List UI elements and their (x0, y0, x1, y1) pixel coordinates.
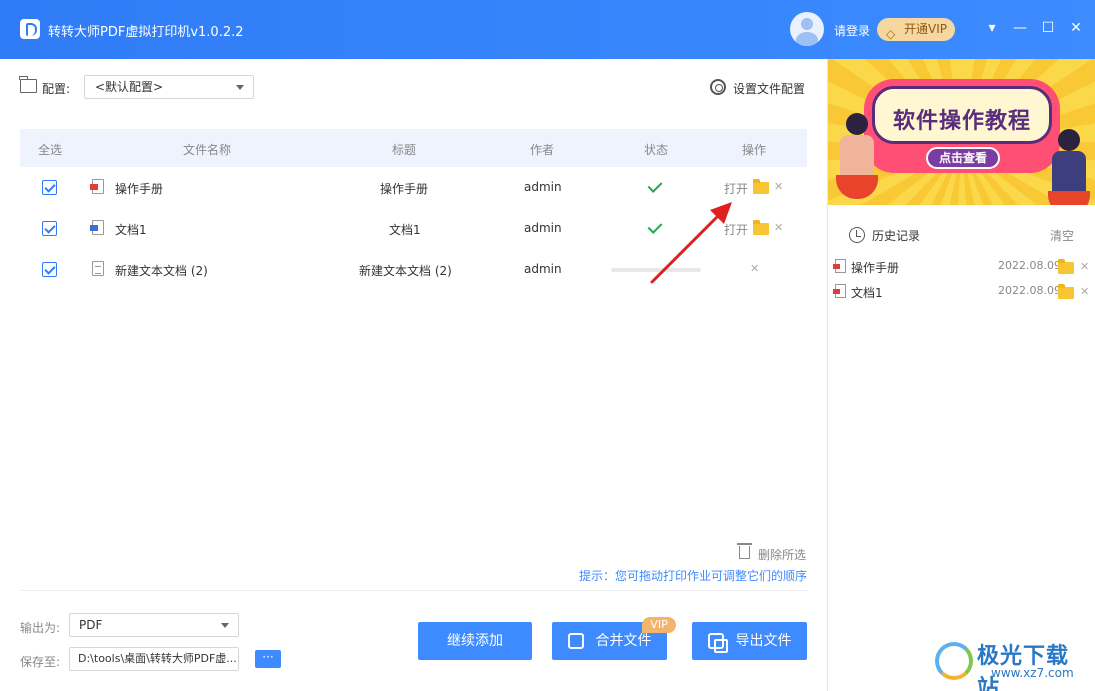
banner-person-left (836, 113, 878, 205)
pdf-file-icon (833, 259, 846, 273)
author-header: 作者 (530, 143, 555, 157)
export-files-label: 导出文件 (735, 633, 792, 649)
text-file-icon (92, 261, 104, 276)
status-header: 状态 (644, 143, 669, 157)
config-selected-value: <默认配置> (95, 80, 164, 94)
remove-icon[interactable]: ✕ (750, 262, 759, 275)
title-bar: 转转大师PDF虚拟打印机v1.0.2.2 请登录 ◇ 开通VIP ▾ — ☐ ✕ (0, 0, 1095, 59)
banner-title: 软件操作教程 (892, 109, 1031, 134)
folder-icon[interactable] (1058, 284, 1074, 299)
config-folder-icon (19, 76, 37, 93)
avatar[interactable] (790, 12, 824, 46)
right-panel: 软件操作教程 点击查看 历史记录 清空 操作手册 2022.08.09 ✕ 文档… (827, 59, 1095, 691)
folder-icon[interactable] (753, 179, 769, 194)
history-item-name: 操作手册 (851, 261, 900, 275)
banner-view-button[interactable]: 点击查看 (926, 147, 1000, 169)
vip-badge: VIP (642, 617, 676, 633)
row-checkbox[interactable] (42, 262, 57, 277)
chevron-down-icon (236, 85, 244, 90)
export-icon (708, 633, 728, 653)
history-item[interactable]: 操作手册 2022.08.09 ✕ (828, 255, 1095, 279)
watermark: 极光下载站 www.xz7.com (935, 636, 1090, 691)
folder-icon[interactable] (753, 220, 769, 235)
output-format-select[interactable]: PDF (69, 613, 239, 637)
open-vip-label: 开通VIP (904, 22, 947, 36)
save-label: 保存至: (20, 655, 61, 669)
history-title: 历史记录 (872, 229, 921, 243)
word-file-icon (90, 220, 104, 235)
history-clear-button[interactable]: 清空 (1050, 227, 1074, 244)
login-link[interactable]: 请登录 (834, 22, 870, 39)
folder-icon[interactable] (1058, 259, 1074, 274)
gear-icon[interactable] (710, 79, 726, 95)
maximize-icon[interactable]: ☐ (1039, 19, 1057, 37)
close-icon[interactable]: ✕ (1067, 19, 1085, 37)
export-files-button[interactable]: 导出文件 (692, 622, 807, 660)
file-title: 文档1 (389, 223, 421, 237)
remove-icon[interactable]: ✕ (774, 180, 783, 193)
remove-icon[interactable]: ✕ (1080, 260, 1089, 273)
file-name: 操作手册 (115, 182, 164, 196)
file-title: 新建文本文档 (2) (359, 264, 452, 278)
file-author: admin (524, 262, 562, 276)
banner-person-right (1048, 129, 1090, 205)
title-header: 标题 (392, 143, 417, 157)
continue-add-label: 继续添加 (447, 633, 503, 649)
pdf-file-icon (833, 284, 846, 298)
remove-icon[interactable]: ✕ (1080, 285, 1089, 298)
merge-icon (568, 633, 584, 649)
diamond-icon: ◇ (886, 27, 896, 41)
output-label: 输出为: (20, 621, 61, 635)
file-author: admin (524, 221, 562, 235)
drag-hint: 提示：您可拖动打印作业可调整它们的顺序 (579, 569, 808, 583)
minimize-icon[interactable]: — (1011, 19, 1029, 37)
history-item-name: 文档1 (851, 286, 883, 300)
clock-icon (849, 227, 865, 243)
row-checkbox[interactable] (42, 221, 57, 236)
history-item-date: 2022.08.09 (998, 284, 1061, 297)
watermark-text: 极光下载站 (977, 644, 1070, 691)
pdf-file-icon (90, 179, 104, 194)
file-title: 操作手册 (380, 182, 429, 196)
table-header: 全选 文件名称 标题 作者 状态 操作 (20, 129, 807, 167)
menu-dropdown-icon[interactable]: ▾ (983, 19, 1001, 37)
output-format-value: PDF (79, 618, 103, 632)
browse-button[interactable]: ··· (255, 650, 281, 668)
config-label: 配置: (42, 82, 71, 96)
tutorial-banner[interactable]: 软件操作教程 点击查看 (828, 59, 1095, 205)
annotation-arrow (650, 202, 732, 284)
row-checkbox[interactable] (42, 180, 57, 195)
select-all-header[interactable]: 全选 (38, 141, 62, 158)
save-path-field[interactable]: D:\tools\桌面\转转大师PDF虚... (69, 647, 239, 671)
chevron-down-icon (221, 623, 229, 628)
open-vip-button[interactable]: ◇ 开通VIP (877, 18, 955, 41)
divider (20, 590, 807, 591)
set-file-config-button[interactable]: 设置文件配置 (733, 80, 805, 97)
config-select[interactable]: <默认配置> (84, 75, 254, 99)
app-logo-icon (20, 19, 40, 39)
delete-selected-button[interactable]: 删除所选 (758, 546, 806, 563)
trash-icon[interactable] (737, 543, 752, 559)
action-header: 操作 (742, 143, 767, 157)
history-item[interactable]: 文档1 2022.08.09 ✕ (828, 280, 1095, 304)
file-name: 文档1 (115, 223, 147, 237)
remove-icon[interactable]: ✕ (774, 221, 783, 234)
file-author: admin (524, 180, 562, 194)
merge-files-label: 合并文件 (595, 633, 652, 649)
filename-header: 文件名称 (183, 143, 232, 157)
continue-add-button[interactable]: 继续添加 (418, 622, 532, 660)
app-title: 转转大师PDF虚拟打印机v1.0.2.2 (48, 25, 244, 40)
watermark-url: www.xz7.com (991, 666, 1074, 680)
history-item-date: 2022.08.09 (998, 259, 1061, 272)
watermark-logo-icon (935, 642, 973, 680)
file-name: 新建文本文档 (2) (115, 264, 208, 278)
